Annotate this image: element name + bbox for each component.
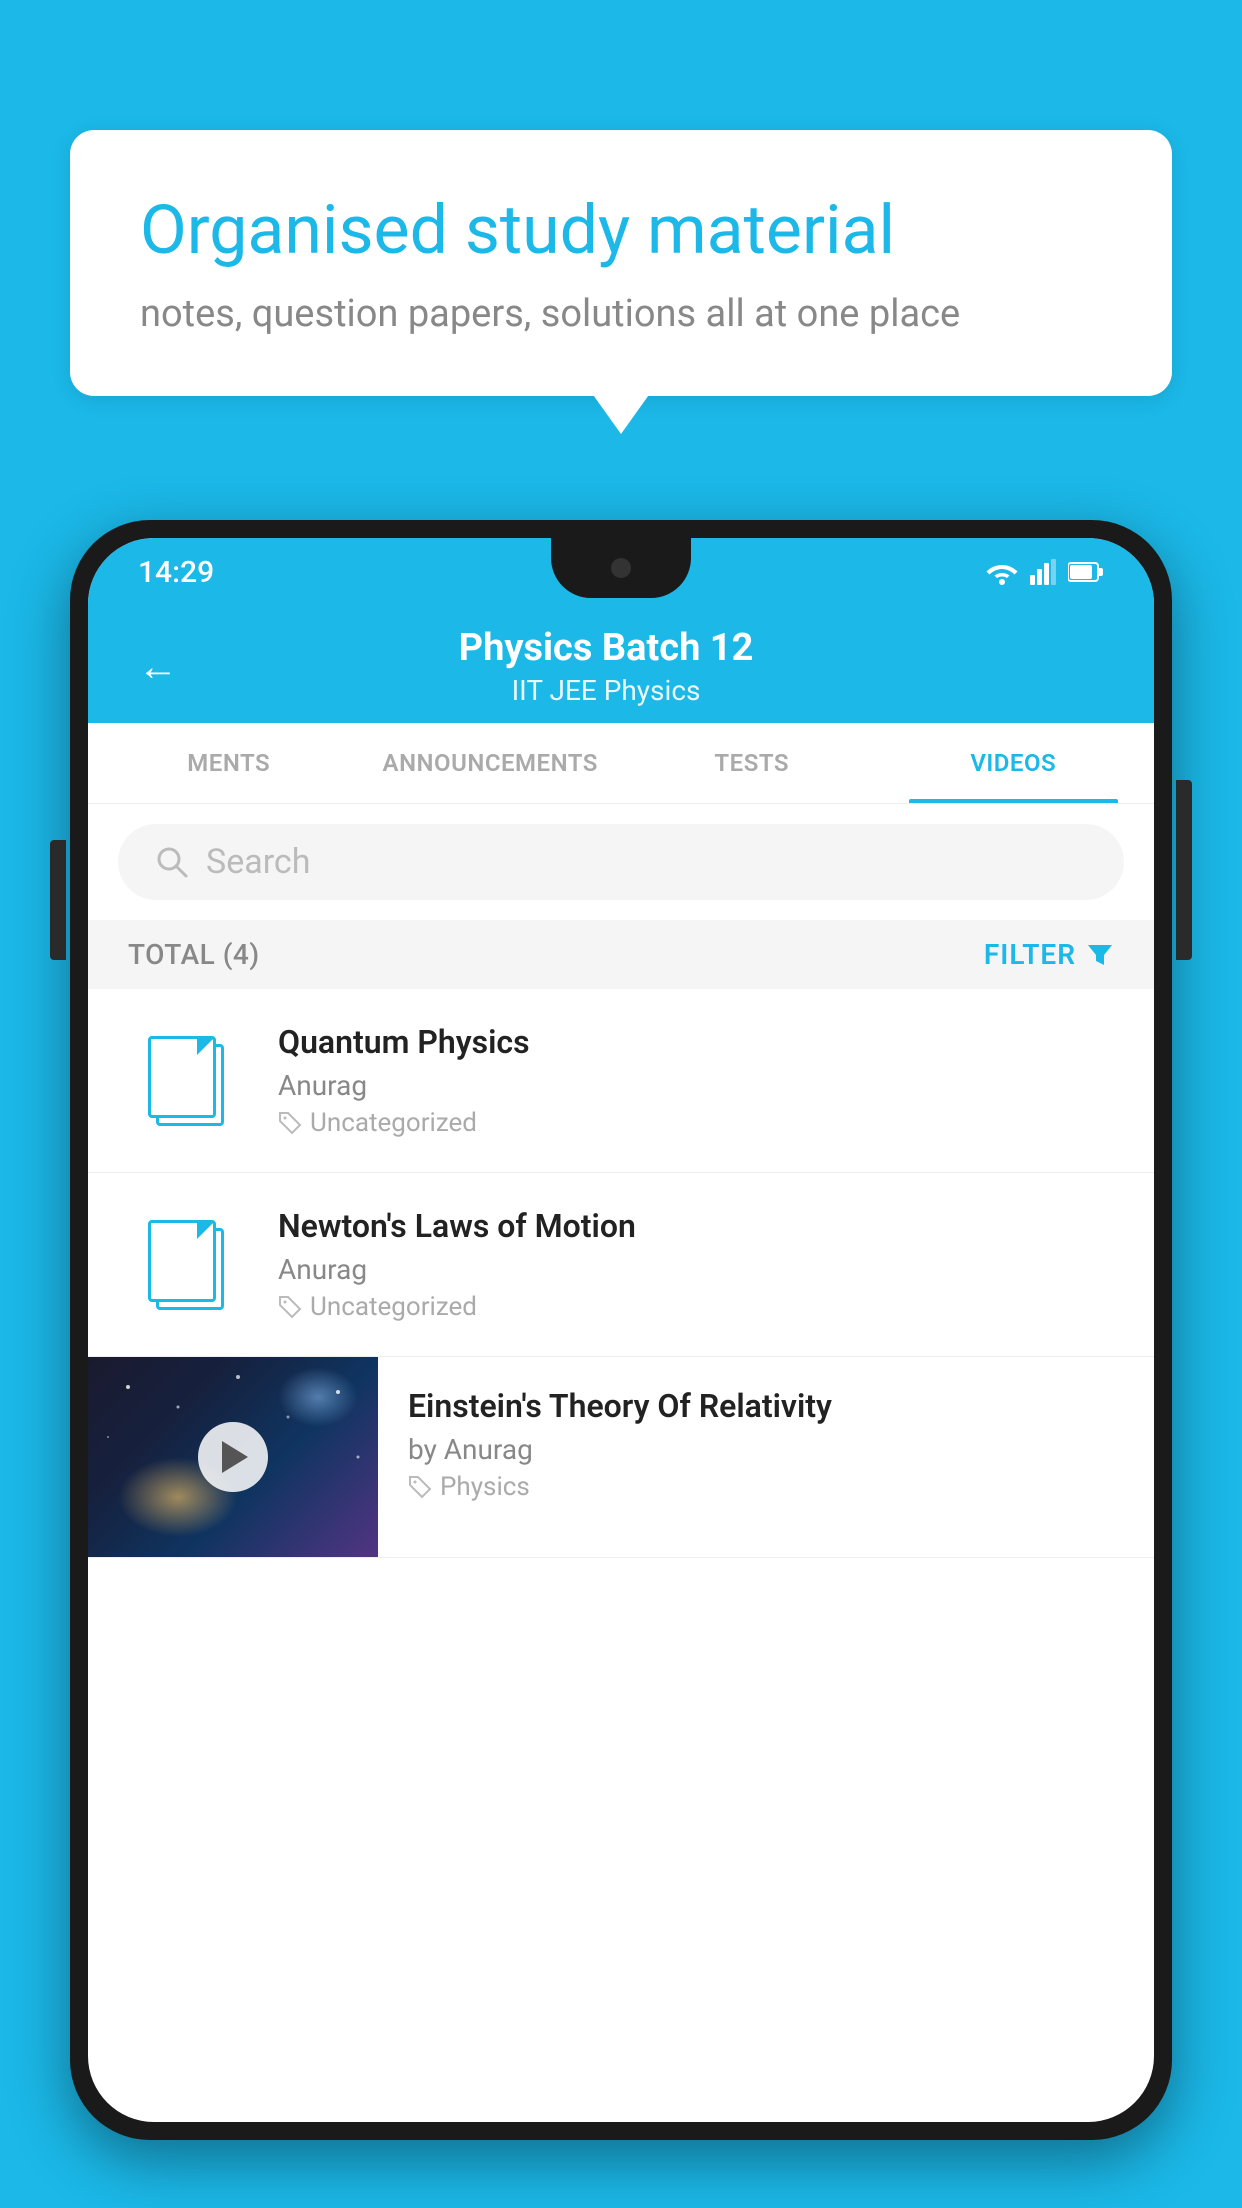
video-tag: Uncategorized — [278, 1292, 1114, 1322]
list-item[interactable]: Einstein's Theory Of Relativity by Anura… — [88, 1357, 1154, 1558]
file-icon-quantum — [128, 1031, 248, 1131]
file-fold — [197, 1039, 213, 1055]
video-info-quantum: Quantum Physics Anurag Uncategorized — [278, 1023, 1114, 1138]
filter-label: FILTER — [984, 938, 1076, 971]
file-fold — [197, 1223, 213, 1239]
search-bar[interactable]: Search — [118, 824, 1124, 900]
list-item[interactable]: Quantum Physics Anurag Uncategorized — [88, 989, 1154, 1173]
header-subtitle: IIT JEE Physics — [208, 674, 1004, 707]
filter-icon — [1086, 941, 1114, 969]
file-front — [148, 1036, 216, 1118]
video-tag: Uncategorized — [278, 1108, 1114, 1138]
status-bar: 14:29 — [88, 538, 1154, 606]
battery-icon — [1068, 561, 1104, 583]
status-time: 14:29 — [138, 555, 214, 590]
filter-row: TOTAL (4) FILTER — [88, 920, 1154, 989]
video-author: by Anurag — [408, 1433, 1124, 1466]
header-title: Physics Batch 12 — [208, 626, 1004, 670]
tab-announcements[interactable]: ANNOUNCEMENTS — [360, 723, 622, 803]
file-front — [148, 1220, 216, 1302]
einstein-thumbnail — [88, 1357, 378, 1557]
video-author: Anurag — [278, 1069, 1114, 1102]
video-info-einstein: Einstein's Theory Of Relativity by Anura… — [378, 1357, 1154, 1532]
speech-bubble-card: Organised study material notes, question… — [70, 130, 1172, 396]
phone-wrapper: 14:29 — [70, 520, 1172, 2208]
speech-bubble-section: Organised study material notes, question… — [70, 130, 1172, 396]
signal-icon — [1030, 559, 1056, 585]
app-header: ← Physics Batch 12 IIT JEE Physics — [88, 606, 1154, 723]
video-list: Quantum Physics Anurag Uncategorized — [88, 989, 1154, 1558]
filter-button[interactable]: FILTER — [984, 938, 1114, 971]
search-bar-wrapper: Search — [88, 804, 1154, 920]
search-placeholder: Search — [206, 842, 310, 882]
tag-icon — [408, 1475, 432, 1499]
video-title: Einstein's Theory Of Relativity — [408, 1387, 1124, 1425]
tab-tests[interactable]: TESTS — [621, 723, 883, 803]
tag-icon — [278, 1295, 302, 1319]
video-title: Quantum Physics — [278, 1023, 1114, 1061]
list-item[interactable]: Newton's Laws of Motion Anurag Uncategor… — [88, 1173, 1154, 1357]
tab-videos[interactable]: VIDEOS — [883, 723, 1145, 803]
bubble-title: Organised study material — [140, 190, 1102, 272]
bubble-subtitle: notes, question papers, solutions all at… — [140, 292, 1102, 336]
status-icons — [986, 559, 1104, 585]
video-info-newton: Newton's Laws of Motion Anurag Uncategor… — [278, 1207, 1114, 1322]
wifi-icon — [986, 559, 1018, 585]
back-button[interactable]: ← — [138, 643, 178, 690]
phone-screen: 14:29 — [88, 538, 1154, 2122]
video-title: Newton's Laws of Motion — [278, 1207, 1114, 1245]
tab-ments[interactable]: MENTS — [98, 723, 360, 803]
video-tag: Physics — [408, 1472, 1124, 1502]
camera-dot — [611, 558, 631, 578]
search-icon — [154, 844, 190, 880]
tag-icon — [278, 1111, 302, 1135]
phone-notch — [551, 538, 691, 598]
header-title-block: Physics Batch 12 IIT JEE Physics — [208, 626, 1004, 707]
tabs-bar: MENTS ANNOUNCEMENTS TESTS VIDEOS — [88, 723, 1154, 804]
total-count: TOTAL (4) — [128, 938, 260, 971]
file-icon-newton — [128, 1215, 248, 1315]
phone-outer: 14:29 — [70, 520, 1172, 2140]
play-triangle — [222, 1441, 248, 1473]
play-button[interactable] — [198, 1422, 268, 1492]
video-author: Anurag — [278, 1253, 1114, 1286]
